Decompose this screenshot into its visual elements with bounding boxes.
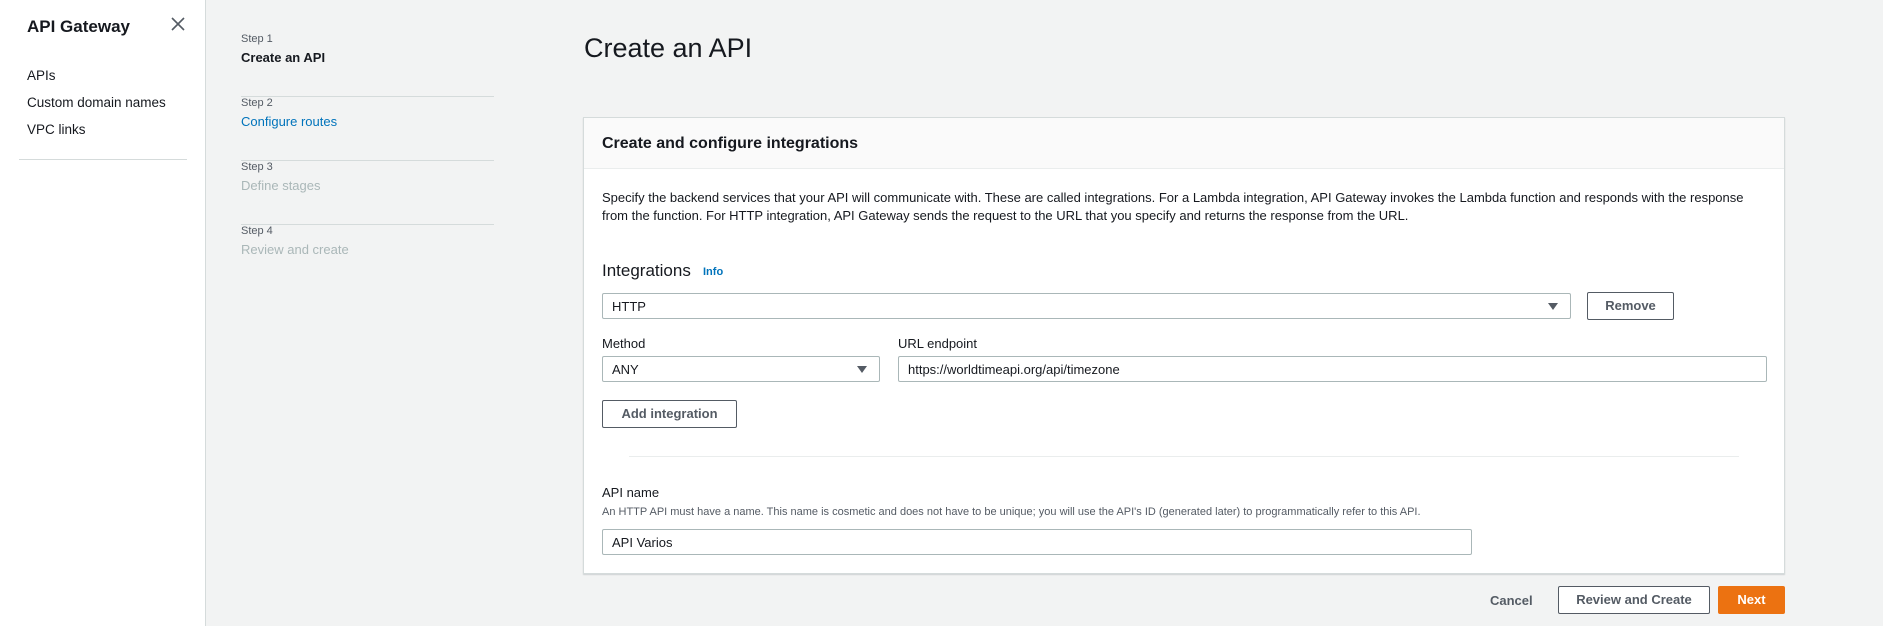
sidebar-item-custom-domain-names[interactable]: Custom domain names [27,95,166,122]
sidebar-divider [19,159,187,160]
step-number: Step 2 [241,97,273,109]
method-value: ANY [612,362,639,377]
step-title: Create an API [241,50,326,65]
step-2: Step 2 Configure routes [241,97,494,161]
remove-button[interactable]: Remove [1587,292,1674,320]
info-link[interactable]: Info [703,266,723,278]
wizard-steps: Step 1 Create an API Step 2 Configure ro… [241,33,494,289]
chevron-down-icon [1548,303,1558,310]
sidebar-nav: APIs Custom domain names VPC links [27,68,166,149]
integration-type-select[interactable]: HTTP [602,293,1571,319]
step-number: Step 1 [241,33,273,45]
step-3: Step 3 Define stages [241,161,494,225]
divider [629,456,1739,457]
add-integration-button[interactable]: Add integration [602,400,737,428]
step-configure-routes-link[interactable]: Configure routes [241,114,494,129]
method-label: Method [602,336,646,351]
step-4: Step 4 Review and create [241,225,494,289]
review-and-create-button[interactable]: Review and Create [1558,586,1710,614]
sidebar-item-apis[interactable]: APIs [27,68,166,95]
page-title: Create an API [584,33,753,63]
sidebar-item-vpc-links[interactable]: VPC links [27,122,166,149]
api-name-input[interactable] [602,529,1472,555]
close-icon[interactable] [170,16,186,32]
integrations-panel: Create and configure integrations Specif… [583,117,1785,574]
step-title: Review and create [241,242,349,257]
cancel-button[interactable]: Cancel [1490,593,1533,608]
method-select[interactable]: ANY [602,356,880,382]
chevron-down-icon [857,366,867,373]
api-name-help-text: An HTTP API must have a name. This name … [602,506,1421,518]
panel-description: Specify the backend services that your A… [602,190,1744,223]
integration-type-value: HTTP [612,299,646,314]
url-endpoint-label: URL endpoint [898,336,978,351]
sidebar-title: API Gateway [27,17,130,36]
step-1: Step 1 Create an API [241,33,494,97]
integrations-heading: Integrations [602,261,691,280]
api-name-label: API name [602,485,660,500]
step-number: Step 4 [241,225,273,237]
step-title: Define stages [241,178,321,193]
sidebar: API Gateway APIs Custom domain names VPC… [0,0,206,626]
step-number: Step 3 [241,161,273,173]
panel-header: Create and configure integrations [584,118,1784,169]
url-endpoint-input[interactable] [898,356,1767,382]
next-button[interactable]: Next [1718,586,1785,614]
